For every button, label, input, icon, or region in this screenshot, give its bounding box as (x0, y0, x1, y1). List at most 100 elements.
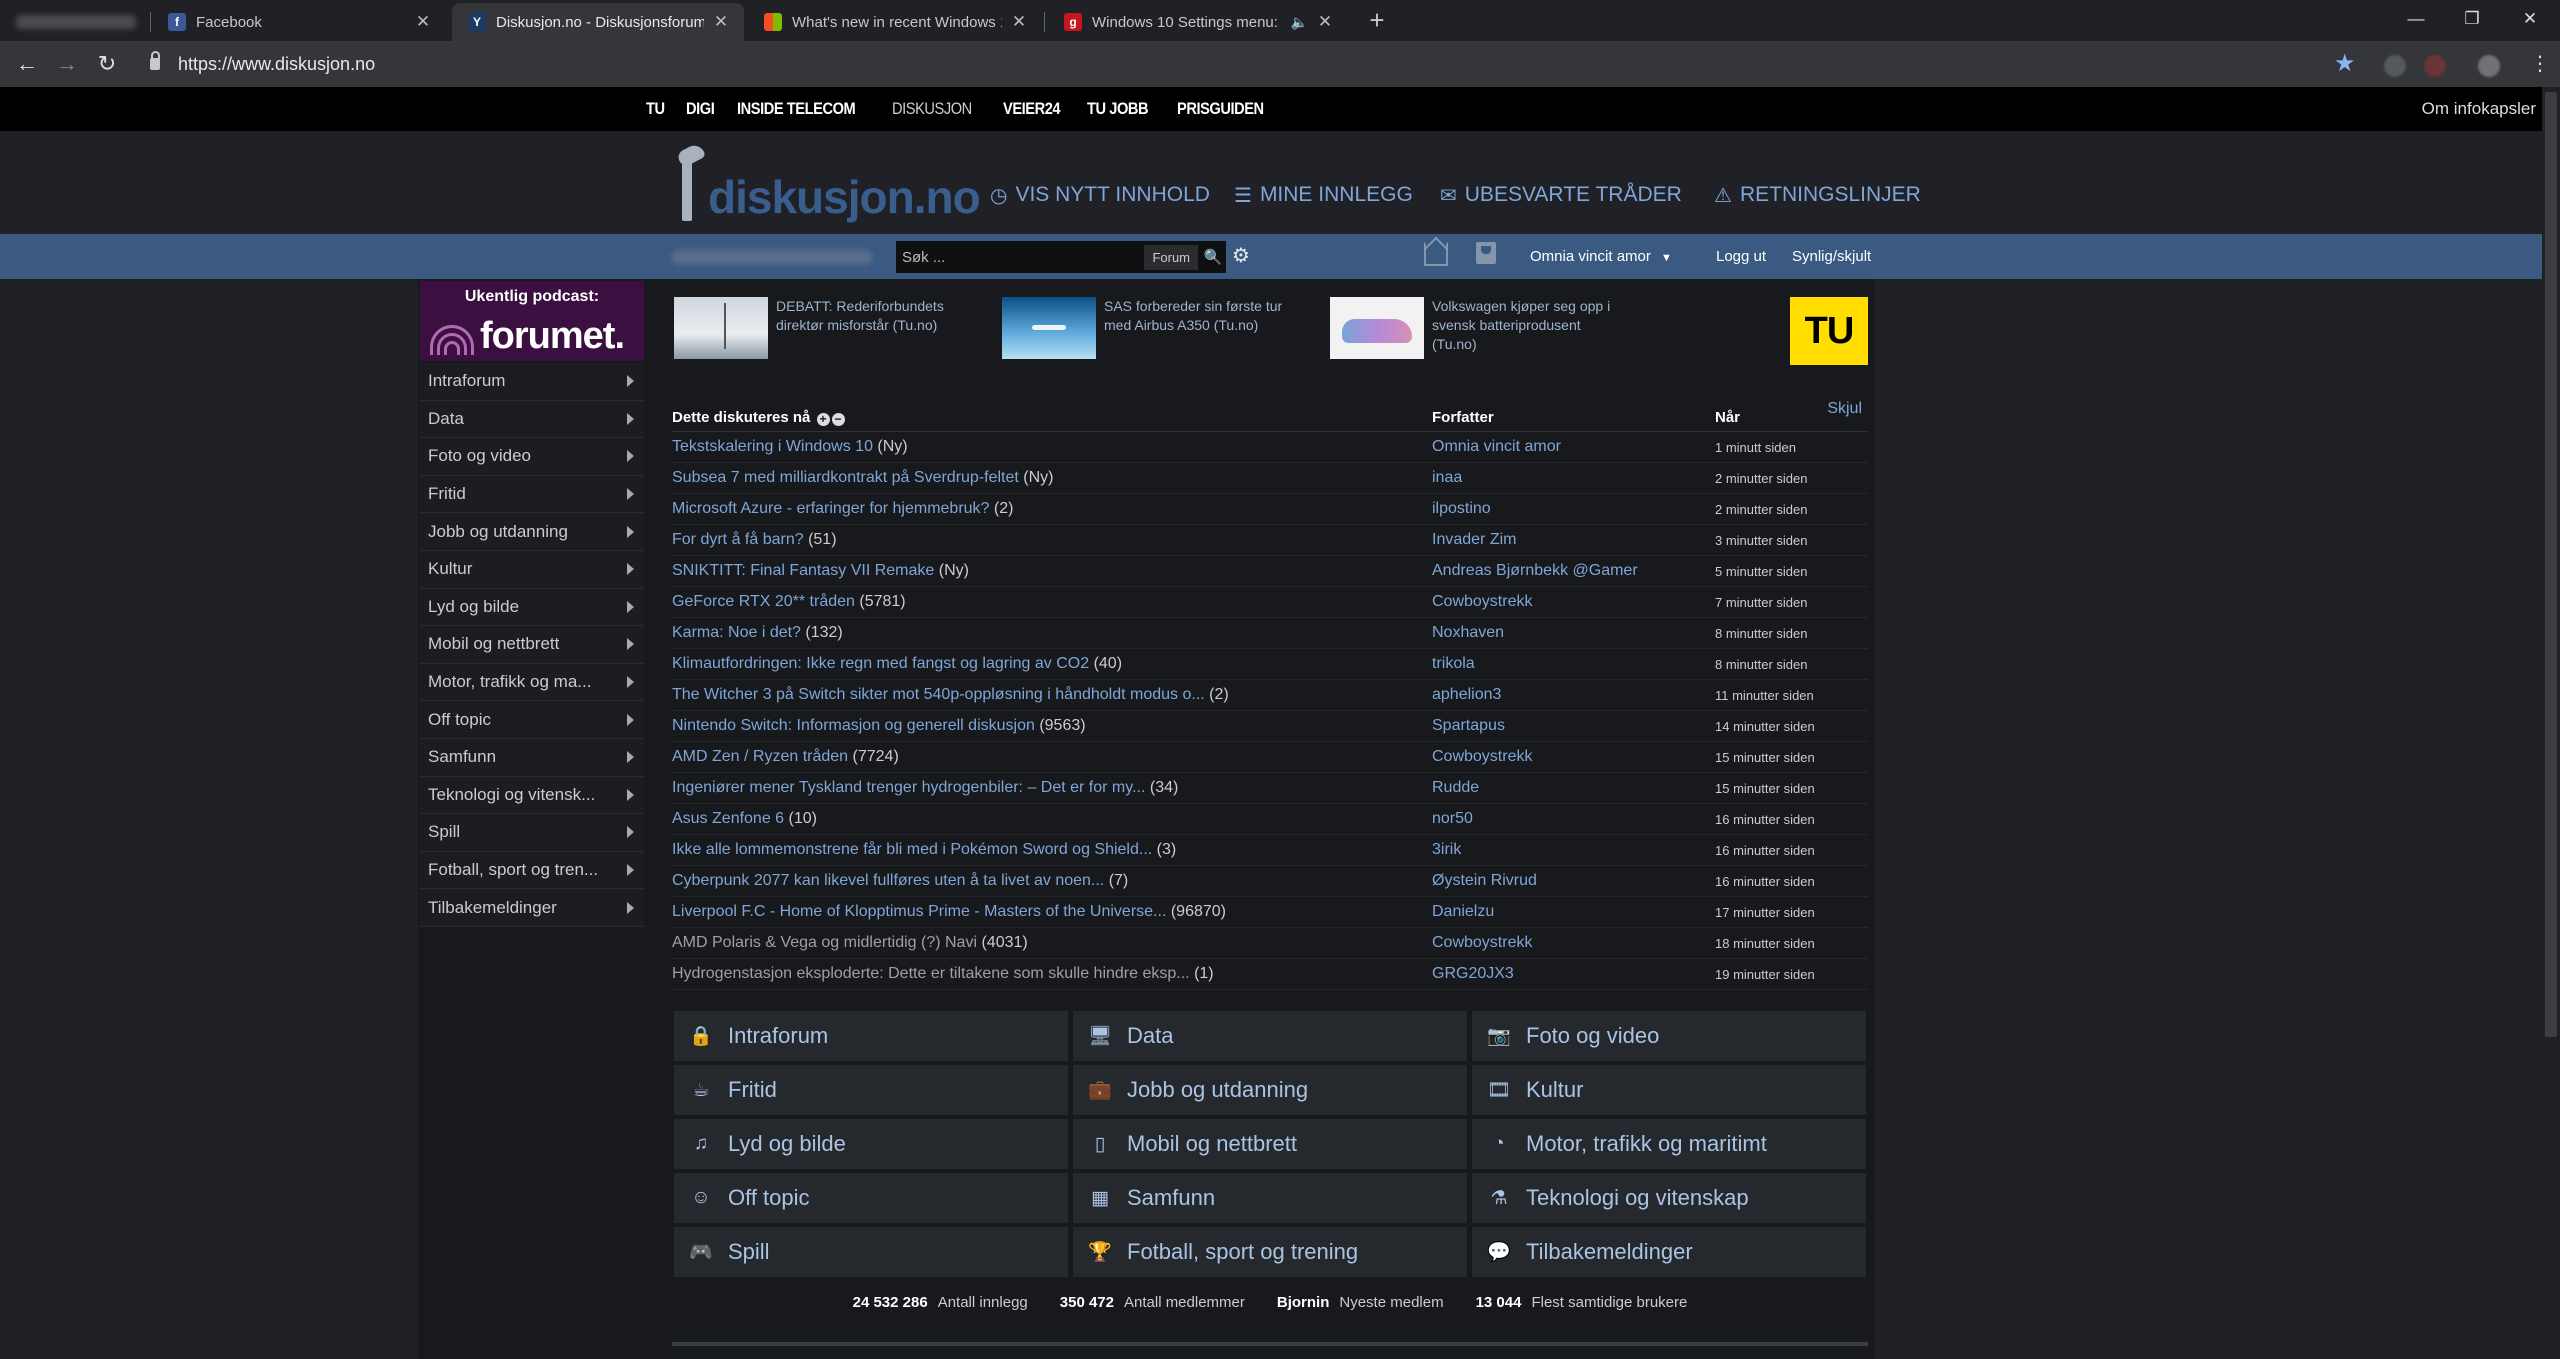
author-link[interactable]: Noxhaven (1432, 624, 1715, 642)
category-tile[interactable]: ◔ Motor, trafikk og maritimt (1472, 1119, 1866, 1169)
extension-icon[interactable] (2478, 55, 2500, 77)
sidebar-item-spill[interactable]: Spill (420, 814, 644, 852)
author-link[interactable]: aphelion3 (1432, 686, 1715, 704)
visibility-toggle[interactable]: Synlig/skjult (1792, 248, 1871, 265)
sidebar-item-fritid[interactable]: Fritid (420, 475, 644, 514)
forward-button[interactable]: → (52, 49, 82, 79)
topic-title[interactable]: AMD Zen / Ryzen tråden (672, 748, 848, 765)
news-item[interactable]: SAS forbereder sin første tur med Airbus… (1002, 297, 1294, 359)
news-item[interactable]: DEBATT: Rederiforbundets direktør misfor… (674, 297, 966, 359)
category-tile[interactable]: 🏆 Fotball, sport og trening (1073, 1227, 1467, 1277)
news-item[interactable]: Volkswagen kjøper seg opp i svensk batte… (1330, 297, 1622, 359)
topic-link[interactable]: Hydrogenstasjon eksploderte: Dette er ti… (672, 965, 1432, 983)
news-thumbnail[interactable] (1002, 297, 1096, 359)
category-tile[interactable]: 💬 Tilbakemeldinger (1472, 1227, 1866, 1277)
minimize-button[interactable]: — (2396, 4, 2436, 34)
site-link-inside-telecom[interactable]: INSIDE TELECOM (737, 99, 856, 119)
topic-title[interactable]: Cyberpunk 2077 kan likevel fullføres ute… (672, 872, 1104, 889)
category-tile[interactable]: ▯ Mobil og nettbrett (1073, 1119, 1467, 1169)
restore-button[interactable]: ❐ (2452, 4, 2492, 34)
close-icon[interactable]: ✕ (1010, 12, 1028, 32)
topic-link[interactable]: Ingeniører mener Tyskland trenger hydrog… (672, 779, 1432, 797)
topic-link[interactable]: AMD Polaris & Vega og midlertidig (?) Na… (672, 934, 1432, 952)
nav-my-posts[interactable]: ☰ MINE INNLEGG (1234, 180, 1413, 210)
site-logo[interactable]: diskusjon.no (672, 147, 981, 221)
site-link-tu-jobb[interactable]: TU JOBB (1087, 99, 1149, 119)
topic-title[interactable]: Ingeniører mener Tyskland trenger hydrog… (672, 779, 1145, 796)
close-icon[interactable]: ✕ (712, 12, 730, 32)
sidebar-item-jobb-og-utdanning[interactable]: Jobb og utdanning (420, 513, 644, 551)
close-icon[interactable]: ✕ (414, 12, 432, 32)
topic-title[interactable]: Nintendo Switch: Informasjon og generell… (672, 717, 1035, 734)
category-tile[interactable]: ☺ Off topic (674, 1173, 1068, 1223)
topic-title[interactable]: Ikke alle lommemonstrene får bli med i P… (672, 841, 1152, 858)
inbox-icon[interactable] (1424, 242, 1448, 266)
site-link-diskusjon[interactable]: DISKUSJON (892, 99, 972, 119)
topic-title[interactable]: AMD Polaris & Vega og midlertidig (?) Na… (672, 934, 977, 951)
topic-link[interactable]: Ikke alle lommemonstrene får bli med i P… (672, 841, 1432, 859)
category-tile[interactable]: ☕ Fritid (674, 1065, 1068, 1115)
topic-link[interactable]: SNIKTITT: Final Fantasy VII Remake (Ny) (672, 562, 1432, 580)
sidebar-item-off-topic[interactable]: Off topic (420, 701, 644, 739)
address-bar[interactable]: https://www.diskusjon.no (136, 47, 2350, 81)
topic-link[interactable]: The Witcher 3 på Switch sikter mot 540p-… (672, 686, 1432, 704)
extension-icon[interactable] (2424, 55, 2446, 77)
tab-diskusjon[interactable]: Y Diskusjon.no - Diskusjonsforum ✕ (452, 3, 744, 41)
topic-link[interactable]: Asus Zenfone 6 (10) (672, 810, 1432, 828)
topic-title[interactable]: Klimautfordringen: Ikke regn med fangst … (672, 655, 1089, 672)
topic-title[interactable]: Tekstskalering i Windows 10 (672, 438, 873, 455)
category-tile[interactable]: 🎞 Kultur (1472, 1065, 1866, 1115)
minus-icon[interactable]: − (831, 413, 845, 426)
reload-button[interactable]: ↻ (92, 49, 122, 79)
author-link[interactable]: trikola (1432, 655, 1715, 673)
topic-link[interactable]: Tekstskalering i Windows 10 (Ny) (672, 438, 1432, 456)
news-headline[interactable]: SAS forbereder sin første tur med Airbus… (1104, 297, 1294, 359)
topic-title[interactable]: The Witcher 3 på Switch sikter mot 540p-… (672, 686, 1205, 703)
sidebar-item-data[interactable]: Data (420, 400, 644, 439)
sidebar-item-teknologi[interactable]: Teknologi og vitensk... (420, 776, 644, 815)
topic-title[interactable]: Hydrogenstasjon eksploderte: Dette er ti… (672, 965, 1190, 982)
author-link[interactable]: ilpostino (1432, 500, 1715, 518)
topic-link[interactable]: Cyberpunk 2077 kan likevel fullføres ute… (672, 872, 1432, 890)
new-tab-button[interactable]: + (1362, 6, 1392, 36)
author-link[interactable]: nor50 (1432, 810, 1715, 828)
nav-guidelines[interactable]: ⚠ RETNINGSLINJER (1714, 180, 1921, 210)
site-link-prisguiden[interactable]: PRISGUIDEN (1177, 99, 1264, 119)
search-scope-select[interactable]: Forum (1144, 244, 1198, 270)
logout-link[interactable]: Logg ut (1716, 248, 1766, 265)
author-link[interactable]: Spartapus (1432, 717, 1715, 735)
search-input[interactable] (896, 242, 1145, 272)
category-tile[interactable]: ⚗ Teknologi og vitenskap (1472, 1173, 1866, 1223)
sidebar-item-fotball[interactable]: Fotball, sport og tren... (420, 851, 644, 890)
topic-link[interactable]: Microsoft Azure - erfaringer for hjemmeb… (672, 500, 1432, 518)
notifications-icon[interactable] (1476, 242, 1496, 264)
extension-icon[interactable] (2384, 55, 2406, 77)
topic-title[interactable]: For dyrt å få barn? (672, 531, 804, 548)
sidebar-item-intraforum[interactable]: Intraforum (420, 363, 644, 401)
sidebar-item-tilbakemeldinger[interactable]: Tilbakemeldinger (420, 889, 644, 927)
close-icon[interactable]: ✕ (1316, 12, 1334, 32)
sidebar-item-motor[interactable]: Motor, trafikk og ma... (420, 663, 644, 702)
hide-link[interactable]: Skjul (1827, 400, 1862, 418)
author-link[interactable]: Danielzu (1432, 903, 1715, 921)
author-link[interactable]: Invader Zim (1432, 531, 1715, 549)
author-link[interactable]: Øystein Rivrud (1432, 872, 1715, 890)
news-headline[interactable]: Volkswagen kjøper seg opp i svensk batte… (1432, 297, 1622, 359)
sidebar-item-mobil-og-nettbrett[interactable]: Mobil og nettbrett (420, 626, 644, 664)
site-link-veier24[interactable]: VEIER24 (1003, 99, 1061, 119)
news-headline[interactable]: DEBATT: Rederiforbundets direktør misfor… (776, 297, 966, 359)
tab-facebook[interactable]: f Facebook ✕ (152, 3, 446, 41)
back-button[interactable]: ← (12, 49, 42, 79)
category-tile[interactable]: 🖥 Data (1073, 1011, 1467, 1061)
browser-menu-icon[interactable]: ⋮ (2530, 51, 2550, 76)
sidebar-item-samfunn[interactable]: Samfunn (420, 738, 644, 777)
author-link[interactable]: Cowboystrekk (1432, 748, 1715, 766)
site-link-tu[interactable]: TU (646, 99, 665, 119)
author-link[interactable]: Rudde (1432, 779, 1715, 797)
topic-link[interactable]: For dyrt å få barn? (51) (672, 531, 1432, 549)
category-tile[interactable]: 💼 Jobb og utdanning (1073, 1065, 1467, 1115)
category-tile[interactable]: ▦ Samfunn (1073, 1173, 1467, 1223)
category-tile[interactable]: 🔒 Intraforum (674, 1011, 1068, 1061)
topic-link[interactable]: Liverpool F.C - Home of Klopptimus Prime… (672, 903, 1432, 921)
category-tile[interactable]: 📷 Foto og video (1472, 1011, 1866, 1061)
